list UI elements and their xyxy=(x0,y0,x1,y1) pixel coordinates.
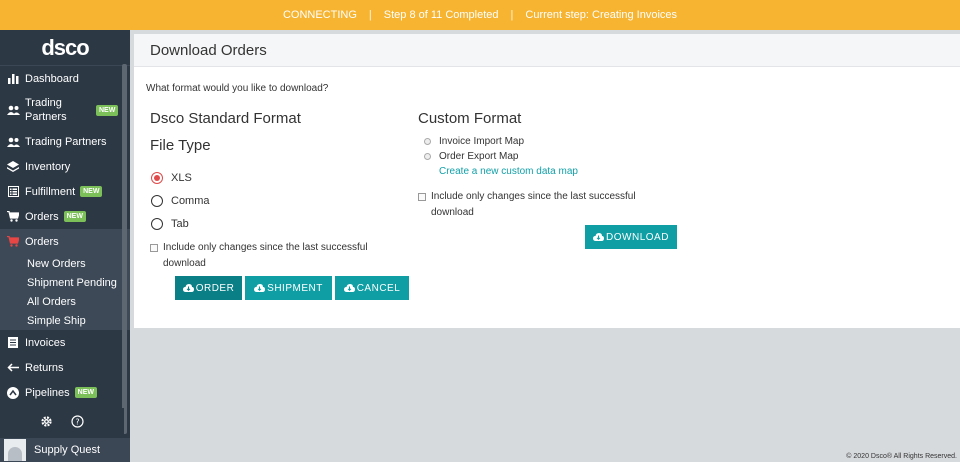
pipeline-icon xyxy=(6,386,20,400)
custom-changes-checkbox[interactable]: Include only changes since the last succ… xyxy=(418,189,636,221)
checkbox[interactable] xyxy=(150,244,158,252)
sidebar-scrollbar[interactable] xyxy=(122,64,127,434)
people-icon xyxy=(6,135,20,149)
sidebar-item-label: Trading Partners xyxy=(25,135,107,148)
create-custom-data-map-link[interactable]: Create a new custom data map xyxy=(439,166,578,177)
button-label: DOWNLOAD xyxy=(606,231,669,243)
sidebar-subitem-new-orders[interactable]: New Orders xyxy=(0,254,130,273)
radio-label: XLS xyxy=(171,172,192,184)
file-type-tab-radio[interactable]: Tab xyxy=(151,218,189,230)
file-type-heading: File Type xyxy=(150,137,211,154)
new-badge: NEW xyxy=(80,186,103,197)
custom-format-heading: Custom Format xyxy=(418,110,522,127)
status-separator: | xyxy=(368,9,372,21)
checkbox-label: Include only changes since the last succ… xyxy=(431,191,636,202)
radio-button[interactable] xyxy=(151,218,163,230)
sidebar-item-orders-new[interactable]: Orders NEW xyxy=(0,204,130,229)
file-type-comma-radio[interactable]: Comma xyxy=(151,195,210,207)
sidebar-subitem-shipment-pending[interactable]: Shipment Pending xyxy=(0,273,130,292)
standard-format-heading: Dsco Standard Format xyxy=(150,110,301,127)
cart-icon xyxy=(6,235,20,249)
status-bar: CONNECTING | Step 8 of 11 Completed | Cu… xyxy=(0,0,960,30)
sidebar-item-label: Pipelines xyxy=(25,386,70,399)
new-badge: NEW xyxy=(74,387,97,398)
checkbox-label: Include only changes since the last succ… xyxy=(163,242,368,253)
sidebar-nav: Dashboard Trading Partners NEW Trading P… xyxy=(0,66,130,405)
invoice-icon xyxy=(6,336,20,350)
people-icon xyxy=(6,103,20,117)
status-connecting: CONNECTING xyxy=(282,9,357,21)
user-name: Supply Quest xyxy=(34,444,101,456)
cloud-download-icon xyxy=(593,233,605,241)
radio-button-selected[interactable] xyxy=(151,172,163,184)
sidebar-item-label: Trading Partners xyxy=(25,97,67,123)
invoice-import-map-option[interactable]: Invoice Import Map xyxy=(424,136,524,147)
sidebar-item-trading-partners[interactable]: Trading Partners xyxy=(0,129,130,154)
dsco-logo[interactable]: dsco xyxy=(0,30,130,66)
download-orders-panel: Download Orders What format would you li… xyxy=(134,34,960,328)
radio-button[interactable] xyxy=(424,138,431,145)
sidebar-item-label: Fulfillment xyxy=(25,185,76,198)
sidebar-item-label: Orders xyxy=(25,235,59,248)
cart-icon xyxy=(6,210,20,224)
sidebar-item-label: Inventory xyxy=(25,160,71,173)
sidebar-subitem-all-orders[interactable]: All Orders xyxy=(0,292,130,311)
sidebar-item-returns[interactable]: Returns xyxy=(0,355,130,380)
cancel-button[interactable]: CANCEL xyxy=(335,276,409,300)
status-current-step: Current step: Creating Invoices xyxy=(525,9,678,21)
sidebar-item-label: Dashboard xyxy=(25,72,79,85)
option-label: Order Export Map xyxy=(439,151,519,162)
order-button[interactable]: ORDER xyxy=(175,276,242,300)
avatar xyxy=(4,439,26,461)
return-arrow-icon xyxy=(6,361,20,375)
checkbox-label: download xyxy=(431,207,474,218)
radio-button[interactable] xyxy=(151,195,163,207)
sidebar-item-label: Orders xyxy=(25,210,59,223)
sidebar-item-label: Invoices xyxy=(25,336,66,349)
button-label: CANCEL xyxy=(356,282,401,294)
user-profile[interactable]: Supply Quest xyxy=(0,438,130,462)
cloud-download-icon xyxy=(254,284,266,292)
cloud-download-icon xyxy=(343,284,355,292)
status-separator: | xyxy=(510,9,514,21)
cloud-download-icon xyxy=(182,284,194,292)
file-type-xls-radio[interactable]: XLS xyxy=(151,172,192,184)
help-icon[interactable]: ? xyxy=(71,415,84,431)
checkbox-label: download xyxy=(163,258,206,269)
new-badge: NEW xyxy=(63,211,86,222)
radio-label: Comma xyxy=(171,195,210,207)
format-question: What format would you like to download? xyxy=(146,83,329,94)
svg-text:?: ? xyxy=(75,418,79,427)
standard-changes-checkbox[interactable]: Include only changes since the last succ… xyxy=(150,240,368,272)
sidebar-item-orders[interactable]: Orders xyxy=(0,229,130,254)
gear-icon[interactable] xyxy=(40,415,53,431)
sidebar-item-inventory[interactable]: Inventory xyxy=(0,154,130,179)
sidebar: dsco Dashboard Trading Partners NEW Trad… xyxy=(0,30,130,462)
download-button[interactable]: DOWNLOAD xyxy=(585,225,677,249)
shipment-button[interactable]: SHIPMENT xyxy=(245,276,332,300)
bar-chart-icon xyxy=(6,72,20,86)
copyright-footer: © 2020 Dsco® All Rights Reserved. xyxy=(846,453,957,460)
button-label: SHIPMENT xyxy=(267,282,323,294)
radio-label: Tab xyxy=(171,218,189,230)
button-label: ORDER xyxy=(195,282,235,294)
layers-icon xyxy=(6,160,20,174)
status-progress: Step 8 of 11 Completed xyxy=(383,9,499,21)
page-title: Download Orders xyxy=(134,34,960,67)
sidebar-tools: ? xyxy=(0,408,124,438)
sidebar-item-label: Returns xyxy=(25,361,64,374)
sidebar-item-dashboard[interactable]: Dashboard xyxy=(0,66,130,91)
radio-button[interactable] xyxy=(424,153,431,160)
new-badge: NEW xyxy=(96,104,119,116)
list-icon xyxy=(6,185,20,199)
sidebar-item-trading-partners-new[interactable]: Trading Partners NEW xyxy=(0,91,130,129)
sidebar-item-invoices[interactable]: Invoices xyxy=(0,330,130,355)
sidebar-item-fulfillment[interactable]: Fulfillment NEW xyxy=(0,179,130,204)
sidebar-item-pipelines[interactable]: Pipelines NEW xyxy=(0,380,130,405)
order-export-map-option[interactable]: Order Export Map xyxy=(424,151,518,162)
option-label: Invoice Import Map xyxy=(439,136,525,147)
checkbox[interactable] xyxy=(418,193,426,201)
sidebar-subitem-simple-ship[interactable]: Simple Ship xyxy=(0,311,130,330)
